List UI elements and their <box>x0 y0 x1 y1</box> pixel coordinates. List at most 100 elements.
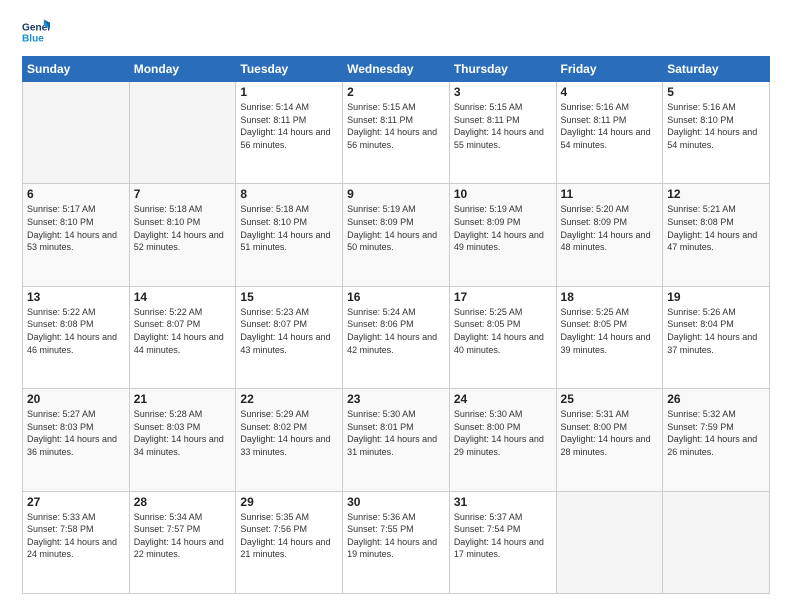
day-number: 25 <box>561 392 659 406</box>
calendar-cell: 7 Sunrise: 5:18 AMSunset: 8:10 PMDaylight… <box>129 184 236 286</box>
calendar-cell: 22 Sunrise: 5:29 AMSunset: 8:02 PMDayligh… <box>236 389 343 491</box>
calendar-cell: 20 Sunrise: 5:27 AMSunset: 8:03 PMDayligh… <box>23 389 130 491</box>
day-number: 14 <box>134 290 232 304</box>
day-number: 20 <box>27 392 125 406</box>
cell-info: Sunrise: 5:32 AMSunset: 7:59 PMDaylight:… <box>667 408 765 458</box>
day-number: 29 <box>240 495 338 509</box>
calendar-table: SundayMondayTuesdayWednesdayThursdayFrid… <box>22 56 770 594</box>
calendar-cell: 8 Sunrise: 5:18 AMSunset: 8:10 PMDaylight… <box>236 184 343 286</box>
day-number: 22 <box>240 392 338 406</box>
cell-info: Sunrise: 5:34 AMSunset: 7:57 PMDaylight:… <box>134 511 232 561</box>
cell-info: Sunrise: 5:35 AMSunset: 7:56 PMDaylight:… <box>240 511 338 561</box>
calendar-cell: 14 Sunrise: 5:22 AMSunset: 8:07 PMDayligh… <box>129 286 236 388</box>
day-number: 13 <box>27 290 125 304</box>
cell-info: Sunrise: 5:28 AMSunset: 8:03 PMDaylight:… <box>134 408 232 458</box>
calendar-cell: 26 Sunrise: 5:32 AMSunset: 7:59 PMDayligh… <box>663 389 770 491</box>
calendar-cell: 25 Sunrise: 5:31 AMSunset: 8:00 PMDayligh… <box>556 389 663 491</box>
calendar-cell: 23 Sunrise: 5:30 AMSunset: 8:01 PMDayligh… <box>343 389 450 491</box>
day-number: 5 <box>667 85 765 99</box>
cell-info: Sunrise: 5:18 AMSunset: 8:10 PMDaylight:… <box>134 203 232 253</box>
calendar-cell: 21 Sunrise: 5:28 AMSunset: 8:03 PMDayligh… <box>129 389 236 491</box>
calendar-cell: 3 Sunrise: 5:15 AMSunset: 8:11 PMDaylight… <box>449 82 556 184</box>
weekday-header-tuesday: Tuesday <box>236 57 343 82</box>
calendar-cell: 12 Sunrise: 5:21 AMSunset: 8:08 PMDayligh… <box>663 184 770 286</box>
cell-info: Sunrise: 5:19 AMSunset: 8:09 PMDaylight:… <box>454 203 552 253</box>
cell-info: Sunrise: 5:18 AMSunset: 8:10 PMDaylight:… <box>240 203 338 253</box>
day-number: 17 <box>454 290 552 304</box>
calendar-cell: 1 Sunrise: 5:14 AMSunset: 8:11 PMDaylight… <box>236 82 343 184</box>
day-number: 21 <box>134 392 232 406</box>
day-number: 4 <box>561 85 659 99</box>
weekday-header-monday: Monday <box>129 57 236 82</box>
cell-info: Sunrise: 5:27 AMSunset: 8:03 PMDaylight:… <box>27 408 125 458</box>
day-number: 23 <box>347 392 445 406</box>
weekday-header-thursday: Thursday <box>449 57 556 82</box>
day-number: 26 <box>667 392 765 406</box>
day-number: 11 <box>561 187 659 201</box>
cell-info: Sunrise: 5:30 AMSunset: 8:00 PMDaylight:… <box>454 408 552 458</box>
calendar-week-row: 20 Sunrise: 5:27 AMSunset: 8:03 PMDayligh… <box>23 389 770 491</box>
calendar-cell: 17Sunrise: 5:25 AMSunset: 8:05 PMDayligh… <box>449 286 556 388</box>
day-number: 10 <box>454 187 552 201</box>
cell-info: Sunrise: 5:16 AMSunset: 8:11 PMDaylight:… <box>561 101 659 151</box>
cell-info: Sunrise: 5:17 AMSunset: 8:10 PMDaylight:… <box>27 203 125 253</box>
cell-info: Sunrise: 5:37 AMSunset: 7:54 PMDaylight:… <box>454 511 552 561</box>
cell-info: Sunrise: 5:30 AMSunset: 8:01 PMDaylight:… <box>347 408 445 458</box>
calendar-week-row: 27Sunrise: 5:33 AMSunset: 7:58 PMDayligh… <box>23 491 770 593</box>
day-number: 2 <box>347 85 445 99</box>
day-number: 16 <box>347 290 445 304</box>
calendar-cell: 28 Sunrise: 5:34 AMSunset: 7:57 PMDayligh… <box>129 491 236 593</box>
day-number: 15 <box>240 290 338 304</box>
cell-info: Sunrise: 5:16 AMSunset: 8:10 PMDaylight:… <box>667 101 765 151</box>
calendar-cell: 13 Sunrise: 5:22 AMSunset: 8:08 PMDayligh… <box>23 286 130 388</box>
calendar-week-row: 13 Sunrise: 5:22 AMSunset: 8:08 PMDayligh… <box>23 286 770 388</box>
cell-info: Sunrise: 5:29 AMSunset: 8:02 PMDaylight:… <box>240 408 338 458</box>
cell-info: Sunrise: 5:15 AMSunset: 8:11 PMDaylight:… <box>454 101 552 151</box>
logo: General Blue <box>22 18 50 46</box>
day-number: 7 <box>134 187 232 201</box>
day-number: 8 <box>240 187 338 201</box>
calendar-cell: 27Sunrise: 5:33 AMSunset: 7:58 PMDayligh… <box>23 491 130 593</box>
calendar-cell: 31 Sunrise: 5:37 AMSunset: 7:54 PMDayligh… <box>449 491 556 593</box>
cell-info: Sunrise: 5:22 AMSunset: 8:08 PMDaylight:… <box>27 306 125 356</box>
calendar-cell: 4 Sunrise: 5:16 AMSunset: 8:11 PMDaylight… <box>556 82 663 184</box>
day-number: 6 <box>27 187 125 201</box>
svg-text:Blue: Blue <box>22 33 44 44</box>
cell-info: Sunrise: 5:15 AMSunset: 8:11 PMDaylight:… <box>347 101 445 151</box>
day-number: 28 <box>134 495 232 509</box>
day-number: 3 <box>454 85 552 99</box>
logo-icon: General Blue <box>22 18 50 46</box>
day-number: 18 <box>561 290 659 304</box>
cell-info: Sunrise: 5:25 AMSunset: 8:05 PMDaylight:… <box>561 306 659 356</box>
day-number: 30 <box>347 495 445 509</box>
calendar-cell: 9 Sunrise: 5:19 AMSunset: 8:09 PMDaylight… <box>343 184 450 286</box>
cell-info: Sunrise: 5:22 AMSunset: 8:07 PMDaylight:… <box>134 306 232 356</box>
calendar-cell: 24 Sunrise: 5:30 AMSunset: 8:00 PMDayligh… <box>449 389 556 491</box>
weekday-header-wednesday: Wednesday <box>343 57 450 82</box>
calendar-cell <box>23 82 130 184</box>
day-number: 27 <box>27 495 125 509</box>
day-number: 24 <box>454 392 552 406</box>
day-number: 19 <box>667 290 765 304</box>
calendar-cell <box>663 491 770 593</box>
day-number: 1 <box>240 85 338 99</box>
calendar-cell <box>556 491 663 593</box>
calendar-cell: 18 Sunrise: 5:25 AMSunset: 8:05 PMDayligh… <box>556 286 663 388</box>
cell-info: Sunrise: 5:31 AMSunset: 8:00 PMDaylight:… <box>561 408 659 458</box>
day-number: 12 <box>667 187 765 201</box>
calendar-cell: 15Sunrise: 5:23 AMSunset: 8:07 PMDayligh… <box>236 286 343 388</box>
cell-info: Sunrise: 5:21 AMSunset: 8:08 PMDaylight:… <box>667 203 765 253</box>
cell-info: Sunrise: 5:20 AMSunset: 8:09 PMDaylight:… <box>561 203 659 253</box>
calendar-week-row: 6 Sunrise: 5:17 AMSunset: 8:10 PMDaylight… <box>23 184 770 286</box>
weekday-header-sunday: Sunday <box>23 57 130 82</box>
cell-info: Sunrise: 5:24 AMSunset: 8:06 PMDaylight:… <box>347 306 445 356</box>
day-number: 9 <box>347 187 445 201</box>
cell-info: Sunrise: 5:19 AMSunset: 8:09 PMDaylight:… <box>347 203 445 253</box>
cell-info: Sunrise: 5:26 AMSunset: 8:04 PMDaylight:… <box>667 306 765 356</box>
cell-info: Sunrise: 5:14 AMSunset: 8:11 PMDaylight:… <box>240 101 338 151</box>
weekday-header-friday: Friday <box>556 57 663 82</box>
day-number: 31 <box>454 495 552 509</box>
calendar-cell: 2 Sunrise: 5:15 AMSunset: 8:11 PMDaylight… <box>343 82 450 184</box>
calendar-cell: 19 Sunrise: 5:26 AMSunset: 8:04 PMDayligh… <box>663 286 770 388</box>
calendar-cell: 6 Sunrise: 5:17 AMSunset: 8:10 PMDaylight… <box>23 184 130 286</box>
